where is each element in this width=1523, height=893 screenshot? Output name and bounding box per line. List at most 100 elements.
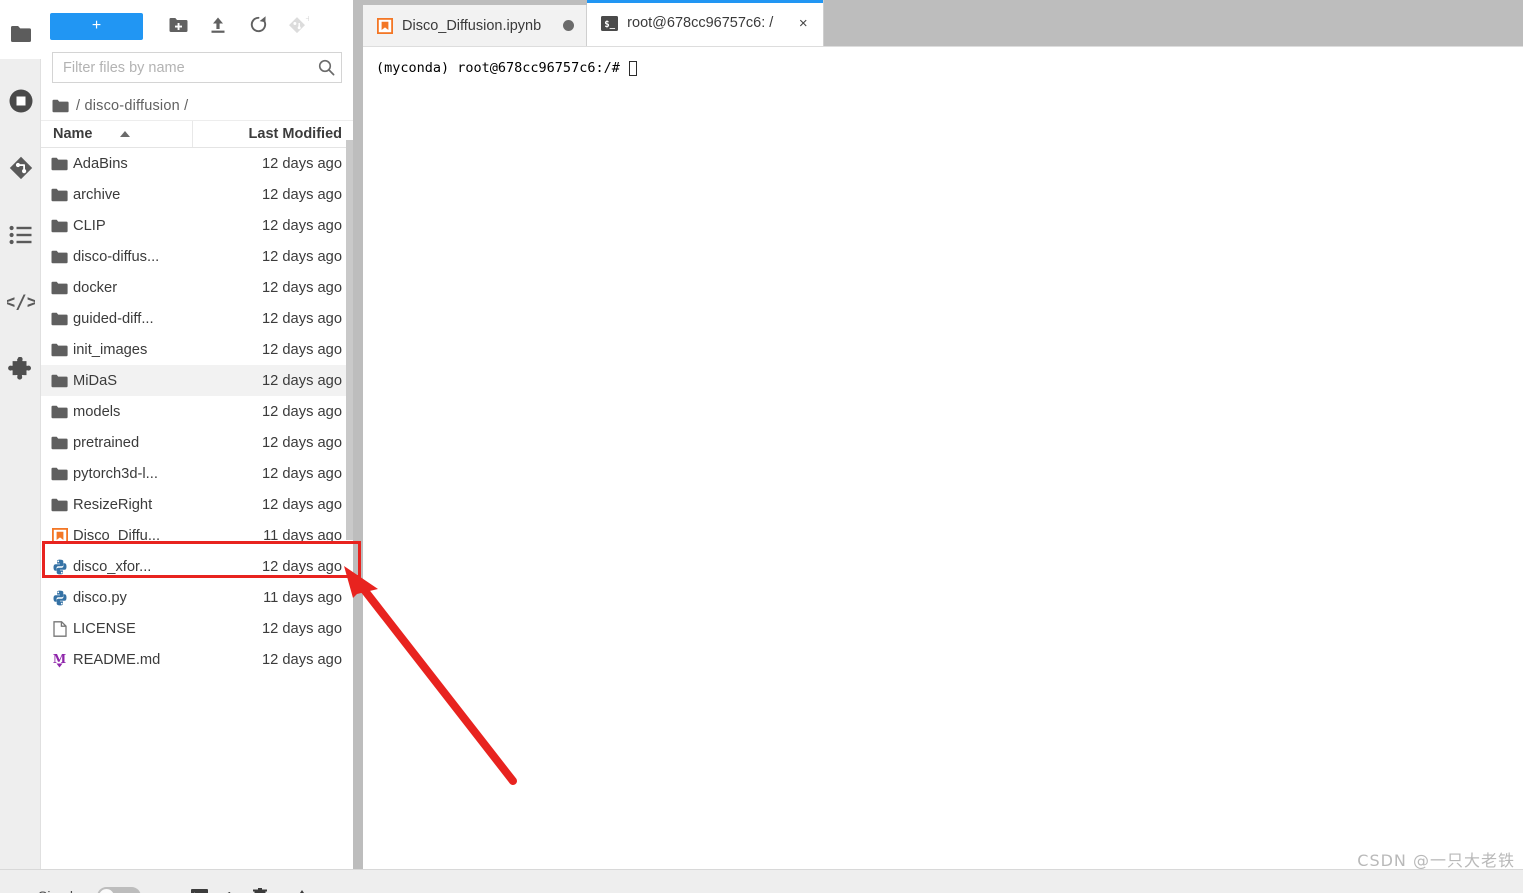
new-launcher-button[interactable]: +: [50, 12, 143, 40]
file-browser-panel: + + Filter files by name / disco-diffusi…: [41, 0, 353, 893]
file-modified: 12 days ago: [261, 372, 342, 389]
tab-terminal[interactable]: $_ root@678cc96757c6: / ×: [587, 0, 825, 46]
terminal-prompt-text: (myconda) root@678cc96757c6:/#: [376, 60, 620, 76]
refresh-button[interactable]: [238, 10, 278, 42]
python-icon: [41, 590, 73, 606]
file-name: LICENSE: [73, 620, 136, 637]
file-modified: 12 days ago: [261, 558, 342, 575]
file-name: archive: [73, 186, 121, 203]
folder-icon: [10, 25, 32, 43]
simple-mode-toggle[interactable]: [96, 886, 141, 893]
breadcrumb[interactable]: / disco-diffusion /: [41, 91, 353, 121]
file-row[interactable]: LICENSE 12 days ago: [41, 613, 353, 644]
file-modified: 12 days ago: [261, 496, 342, 513]
sidebar-item-extension-manager[interactable]: [0, 338, 41, 400]
folder-icon: [41, 312, 73, 326]
file-modified: 12 days ago: [261, 217, 342, 234]
file-name: disco-diffus...: [73, 248, 160, 265]
file-row[interactable]: ResizeRight 12 days ago: [41, 489, 353, 520]
notebook-icon: [41, 527, 73, 544]
file-row[interactable]: disco_xfor... 12 days ago: [41, 551, 353, 582]
file-name: Disco_Diffu...: [73, 527, 161, 544]
file-modified: 11 days ago: [263, 589, 342, 606]
folder-icon: [41, 436, 73, 450]
sidebar-item-table-of-contents[interactable]: [0, 204, 41, 266]
file-row[interactable]: guided-diff... 12 days ago: [41, 303, 353, 334]
tab-unsaved-indicator[interactable]: [563, 20, 575, 31]
file-modified: 12 days ago: [261, 620, 342, 637]
column-last-modified-label: Last Modified: [248, 126, 342, 142]
git-clone-button[interactable]: +: [278, 10, 318, 42]
new-folder-button[interactable]: [158, 10, 198, 42]
folder-icon: [52, 99, 69, 113]
activity-bar: </>: [0, 0, 41, 893]
file-name: AdaBins: [73, 155, 128, 172]
file-modified: 12 days ago: [261, 434, 342, 451]
column-header-name[interactable]: Name: [41, 121, 193, 147]
file-row[interactable]: disco.py 11 days ago: [41, 582, 353, 613]
terminal-count: 1: [226, 889, 233, 893]
file-row[interactable]: pytorch3d-l... 12 days ago: [41, 458, 353, 489]
svg-text:+: +: [305, 14, 309, 23]
file-row[interactable]: Disco_Diffu... 11 days ago: [41, 520, 353, 551]
file-row[interactable]: models 12 days ago: [41, 396, 353, 427]
search-icon[interactable]: [311, 59, 341, 76]
upload-stat-icon[interactable]: [293, 889, 311, 893]
notebook-icon: [377, 17, 393, 34]
search-input[interactable]: [53, 53, 311, 82]
markdown-icon: M: [41, 652, 73, 668]
file-name: init_images: [73, 341, 148, 358]
column-name-label: Name: [53, 126, 93, 142]
file-row[interactable]: M README.md 12 days ago: [41, 644, 353, 675]
file-modified: 12 days ago: [261, 651, 342, 668]
file-browser-toolbar: + +: [41, 0, 353, 52]
tab-notebook[interactable]: Disco_Diffusion.ipynb: [363, 5, 588, 46]
sidebar-item-code-console[interactable]: </>: [0, 271, 41, 333]
file-name: pretrained: [73, 434, 140, 451]
file-modified: 11 days ago: [263, 527, 342, 544]
folder-icon: [41, 188, 73, 202]
upload-arrow-icon: [209, 16, 227, 37]
panel-splitter[interactable]: [353, 0, 363, 893]
file-row[interactable]: docker 12 days ago: [41, 272, 353, 303]
file-name: ResizeRight: [73, 496, 153, 513]
file-name: disco.py: [73, 589, 127, 606]
file-list-scrollbar[interactable]: [346, 140, 353, 540]
sidebar-item-git[interactable]: [0, 137, 41, 199]
file-row[interactable]: AdaBins 12 days ago: [41, 148, 353, 179]
file-modified: 12 days ago: [261, 310, 342, 327]
folder-icon: [41, 219, 73, 233]
watermark: CSDN @一只大老铁: [1357, 851, 1515, 870]
file-modified: 12 days ago: [261, 186, 342, 203]
file-name: docker: [73, 279, 118, 296]
terminal-count-icon[interactable]: [190, 889, 208, 893]
trash-icon[interactable]: [253, 888, 268, 893]
jupyterlab-window: </> + + Filter files by name / disco-dif…: [0, 0, 1523, 893]
file-modified: 12 days ago: [261, 248, 342, 265]
upload-button[interactable]: [198, 10, 238, 42]
file-name: guided-diff...: [73, 310, 154, 327]
close-icon[interactable]: ×: [795, 15, 811, 31]
sidebar-item-file-browser[interactable]: [0, 3, 41, 65]
python-icon: [41, 559, 73, 575]
sort-ascending-icon: [119, 130, 131, 138]
simple-mode-label: Simple: [38, 888, 81, 893]
file-row[interactable]: disco-diffus... 12 days ago: [41, 241, 353, 272]
file-row[interactable]: MiDaS 12 days ago: [41, 365, 353, 396]
file-list-header: Name Last Modified: [41, 121, 353, 148]
sidebar-item-running-sessions[interactable]: [0, 70, 41, 132]
folder-icon: [41, 498, 73, 512]
file-name: MiDaS: [73, 372, 118, 389]
svg-text:</>: </>: [7, 291, 35, 313]
terminal-panel[interactable]: (myconda) root@678cc96757c6:/#: [363, 46, 1523, 893]
file-row[interactable]: init_images 12 days ago: [41, 334, 353, 365]
filter-files-box[interactable]: [52, 52, 342, 83]
file-row[interactable]: pretrained 12 days ago: [41, 427, 353, 458]
terminal-cursor: [628, 60, 637, 76]
breadcrumb-path[interactable]: / disco-diffusion /: [76, 98, 188, 114]
file-modified: 12 days ago: [261, 341, 342, 358]
file-row[interactable]: CLIP 12 days ago: [41, 210, 353, 241]
file-modified: 12 days ago: [261, 155, 342, 172]
column-header-last-modified[interactable]: Last Modified: [193, 121, 353, 147]
file-row[interactable]: archive 12 days ago: [41, 179, 353, 210]
